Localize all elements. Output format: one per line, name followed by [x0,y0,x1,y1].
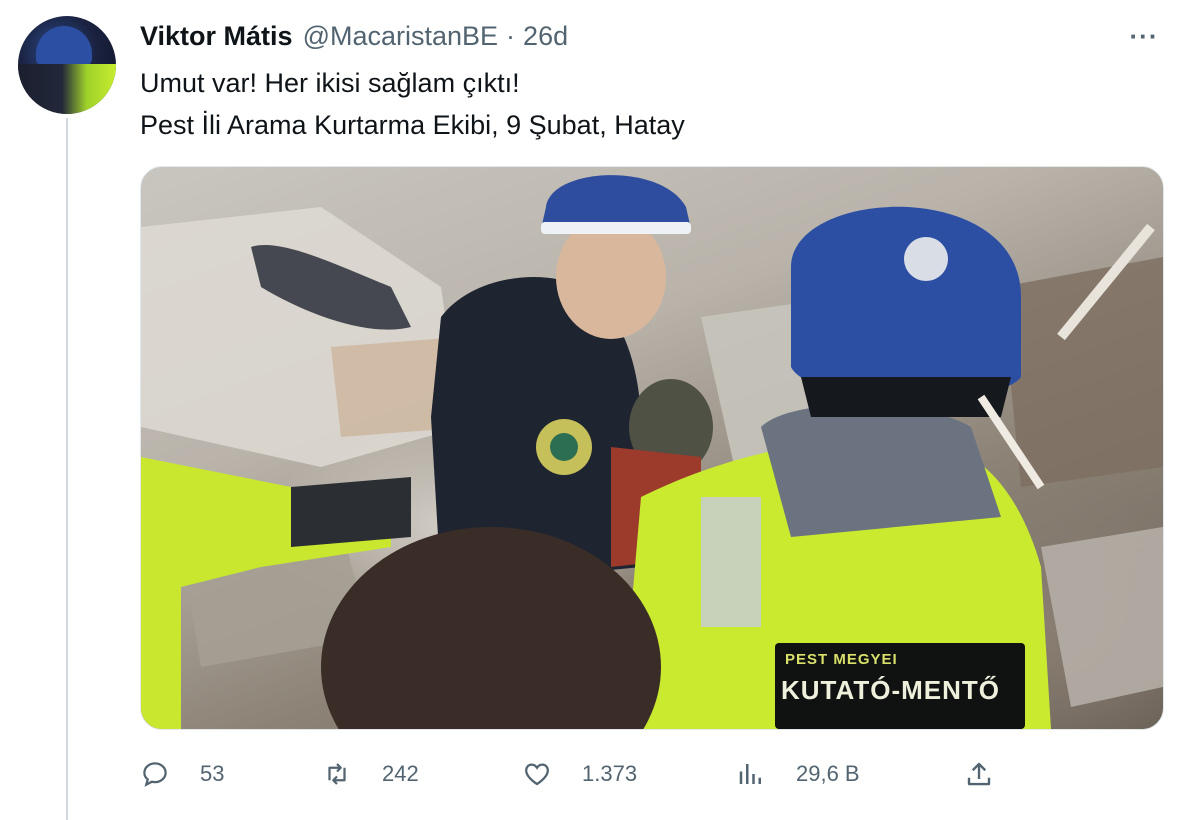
views-count: 29,6 B [796,761,860,786]
heart-icon [525,763,549,786]
more-options-button[interactable]: ··· [1124,20,1164,52]
avatar[interactable] [18,16,116,114]
reply-count: 53 [200,761,225,786]
thread-line [66,118,68,820]
tweet-media-photo[interactable]: PEST MEGYEI KUTATÓ-MENTŐ [140,166,1164,730]
vest-print-line-2: KUTATÓ-MENTŐ [781,675,1000,705]
reply-button[interactable]: 53 [140,752,224,796]
tweet-time[interactable]: 26d [523,21,568,52]
tweet-header: Viktor Mátis @MacaristanBE · 26d [140,18,568,54]
retweet-button[interactable]: 242 [322,752,419,796]
like-button[interactable]: 1.373 [522,752,637,796]
avatar-helmet [36,26,92,66]
author-handle[interactable]: @MacaristanBE [303,21,498,52]
retweet-count: 242 [382,761,419,786]
retweet-icon [328,763,346,785]
share-icon [967,762,991,786]
views-button[interactable]: 29,6 B [736,752,860,796]
tweet-actions: 53 242 1.373 29,6 B [140,752,1020,796]
like-count: 1.373 [582,761,638,786]
more-icon: ··· [1129,20,1159,51]
share-button[interactable] [964,752,994,796]
vest-print-line-1: PEST MEGYEI [785,651,898,668]
author-name[interactable]: Viktor Mátis [140,21,293,52]
views-chart-icon [739,764,761,784]
header-separator: · [506,20,516,51]
tweet-text-line-1: Umut var! Her ikisi sağlam çıktı! [140,68,520,98]
reply-icon [143,762,167,787]
vest-print: PEST MEGYEI KUTATÓ-MENTŐ [775,643,1025,729]
tweet-text: Umut var! Her ikisi sağlam çıktı! Pest İ… [140,62,685,146]
avatar-vest [18,64,116,114]
tweet-text-line-2: Pest İli Arama Kurtarma Ekibi, 9 Şubat, … [140,110,685,140]
